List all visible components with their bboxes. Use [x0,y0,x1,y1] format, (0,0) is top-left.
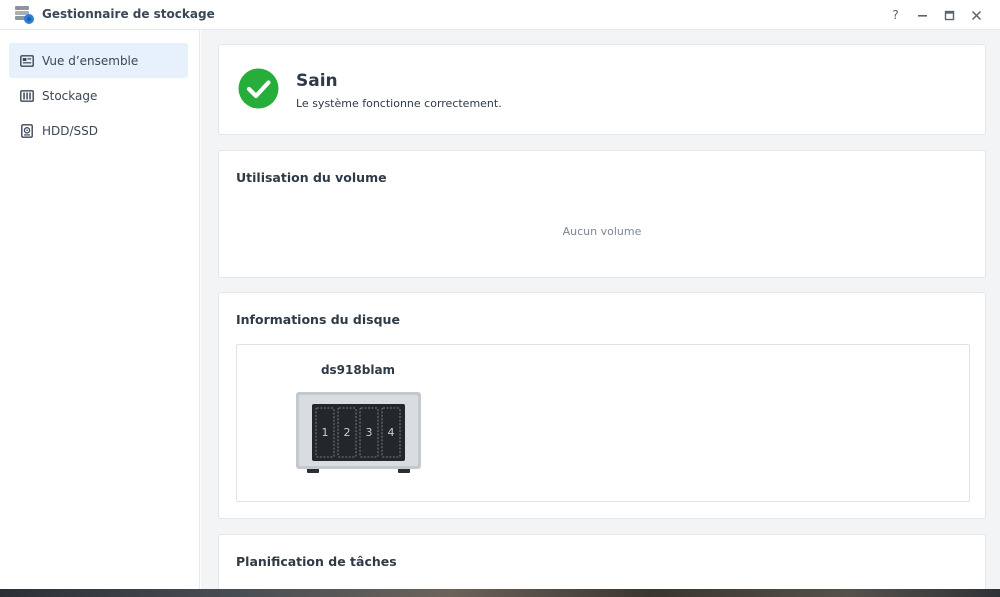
sidebar-item-label: Vue d’ensemble [42,53,139,68]
disk-bay-label: 1 [321,426,329,439]
minimize-button[interactable] [909,5,936,25]
check-circle-icon [238,68,279,109]
storage-manager-window: Gestionnaire de stockage ? Vue d’ensembl… [0,0,1000,590]
desktop-background [0,589,1000,597]
sidebar-item-overview[interactable]: Vue d’ensemble [9,43,188,78]
sidebar-item-hdd-ssd[interactable]: HDD/SSD [9,113,188,148]
volume-usage-title: Utilisation du volume [236,170,387,185]
window-controls: ? [882,5,990,25]
task-planning-title: Planification de tâches [236,554,397,569]
maximize-icon [944,10,955,20]
health-status-title: Sain [296,71,338,91]
task-planning-card: Planification de tâches [218,534,986,590]
disk-bay-label: 4 [387,426,395,439]
health-status-description: Le système fonctionne correctement. [296,97,502,110]
disk-bay-label: 3 [365,426,373,439]
volume-usage-card: Utilisation du volume Aucun volume [218,150,986,278]
window-title: Gestionnaire de stockage [42,7,215,21]
sidebar-item-label: Stockage [42,88,98,103]
disk-info-title: Informations du disque [236,312,400,327]
no-volume-message: Aucun volume [562,225,642,238]
title-bar[interactable]: Gestionnaire de stockage ? [0,0,1000,30]
disk-bay-label: 2 [343,426,351,439]
sidebar: Vue d’ensemble Stockage HDD/SSD [0,30,200,590]
hdd-icon [20,123,34,138]
sidebar-item-storage[interactable]: Stockage [9,78,188,113]
nas-device-illustration[interactable]: 1 2 3 4 [295,391,422,477]
close-icon [971,10,982,20]
main-content: Sain Le système fonctionne correctement.… [201,30,1000,590]
storage-manager-app-icon [13,5,35,25]
close-button[interactable] [963,5,990,25]
minimize-icon [918,14,927,17]
maximize-button[interactable] [936,5,963,25]
disk-info-card: Informations du disque ds918blam 1 2 3 4 [218,292,986,519]
health-status-card: Sain Le système fonctionne correctement. [218,44,986,135]
overview-icon [20,54,34,68]
help-button[interactable]: ? [882,5,909,25]
disk-device-panel: ds918blam 1 2 3 4 [236,344,970,502]
sidebar-item-label: HDD/SSD [42,123,99,138]
storage-icon [20,89,34,103]
device-name: ds918blam [320,363,396,377]
